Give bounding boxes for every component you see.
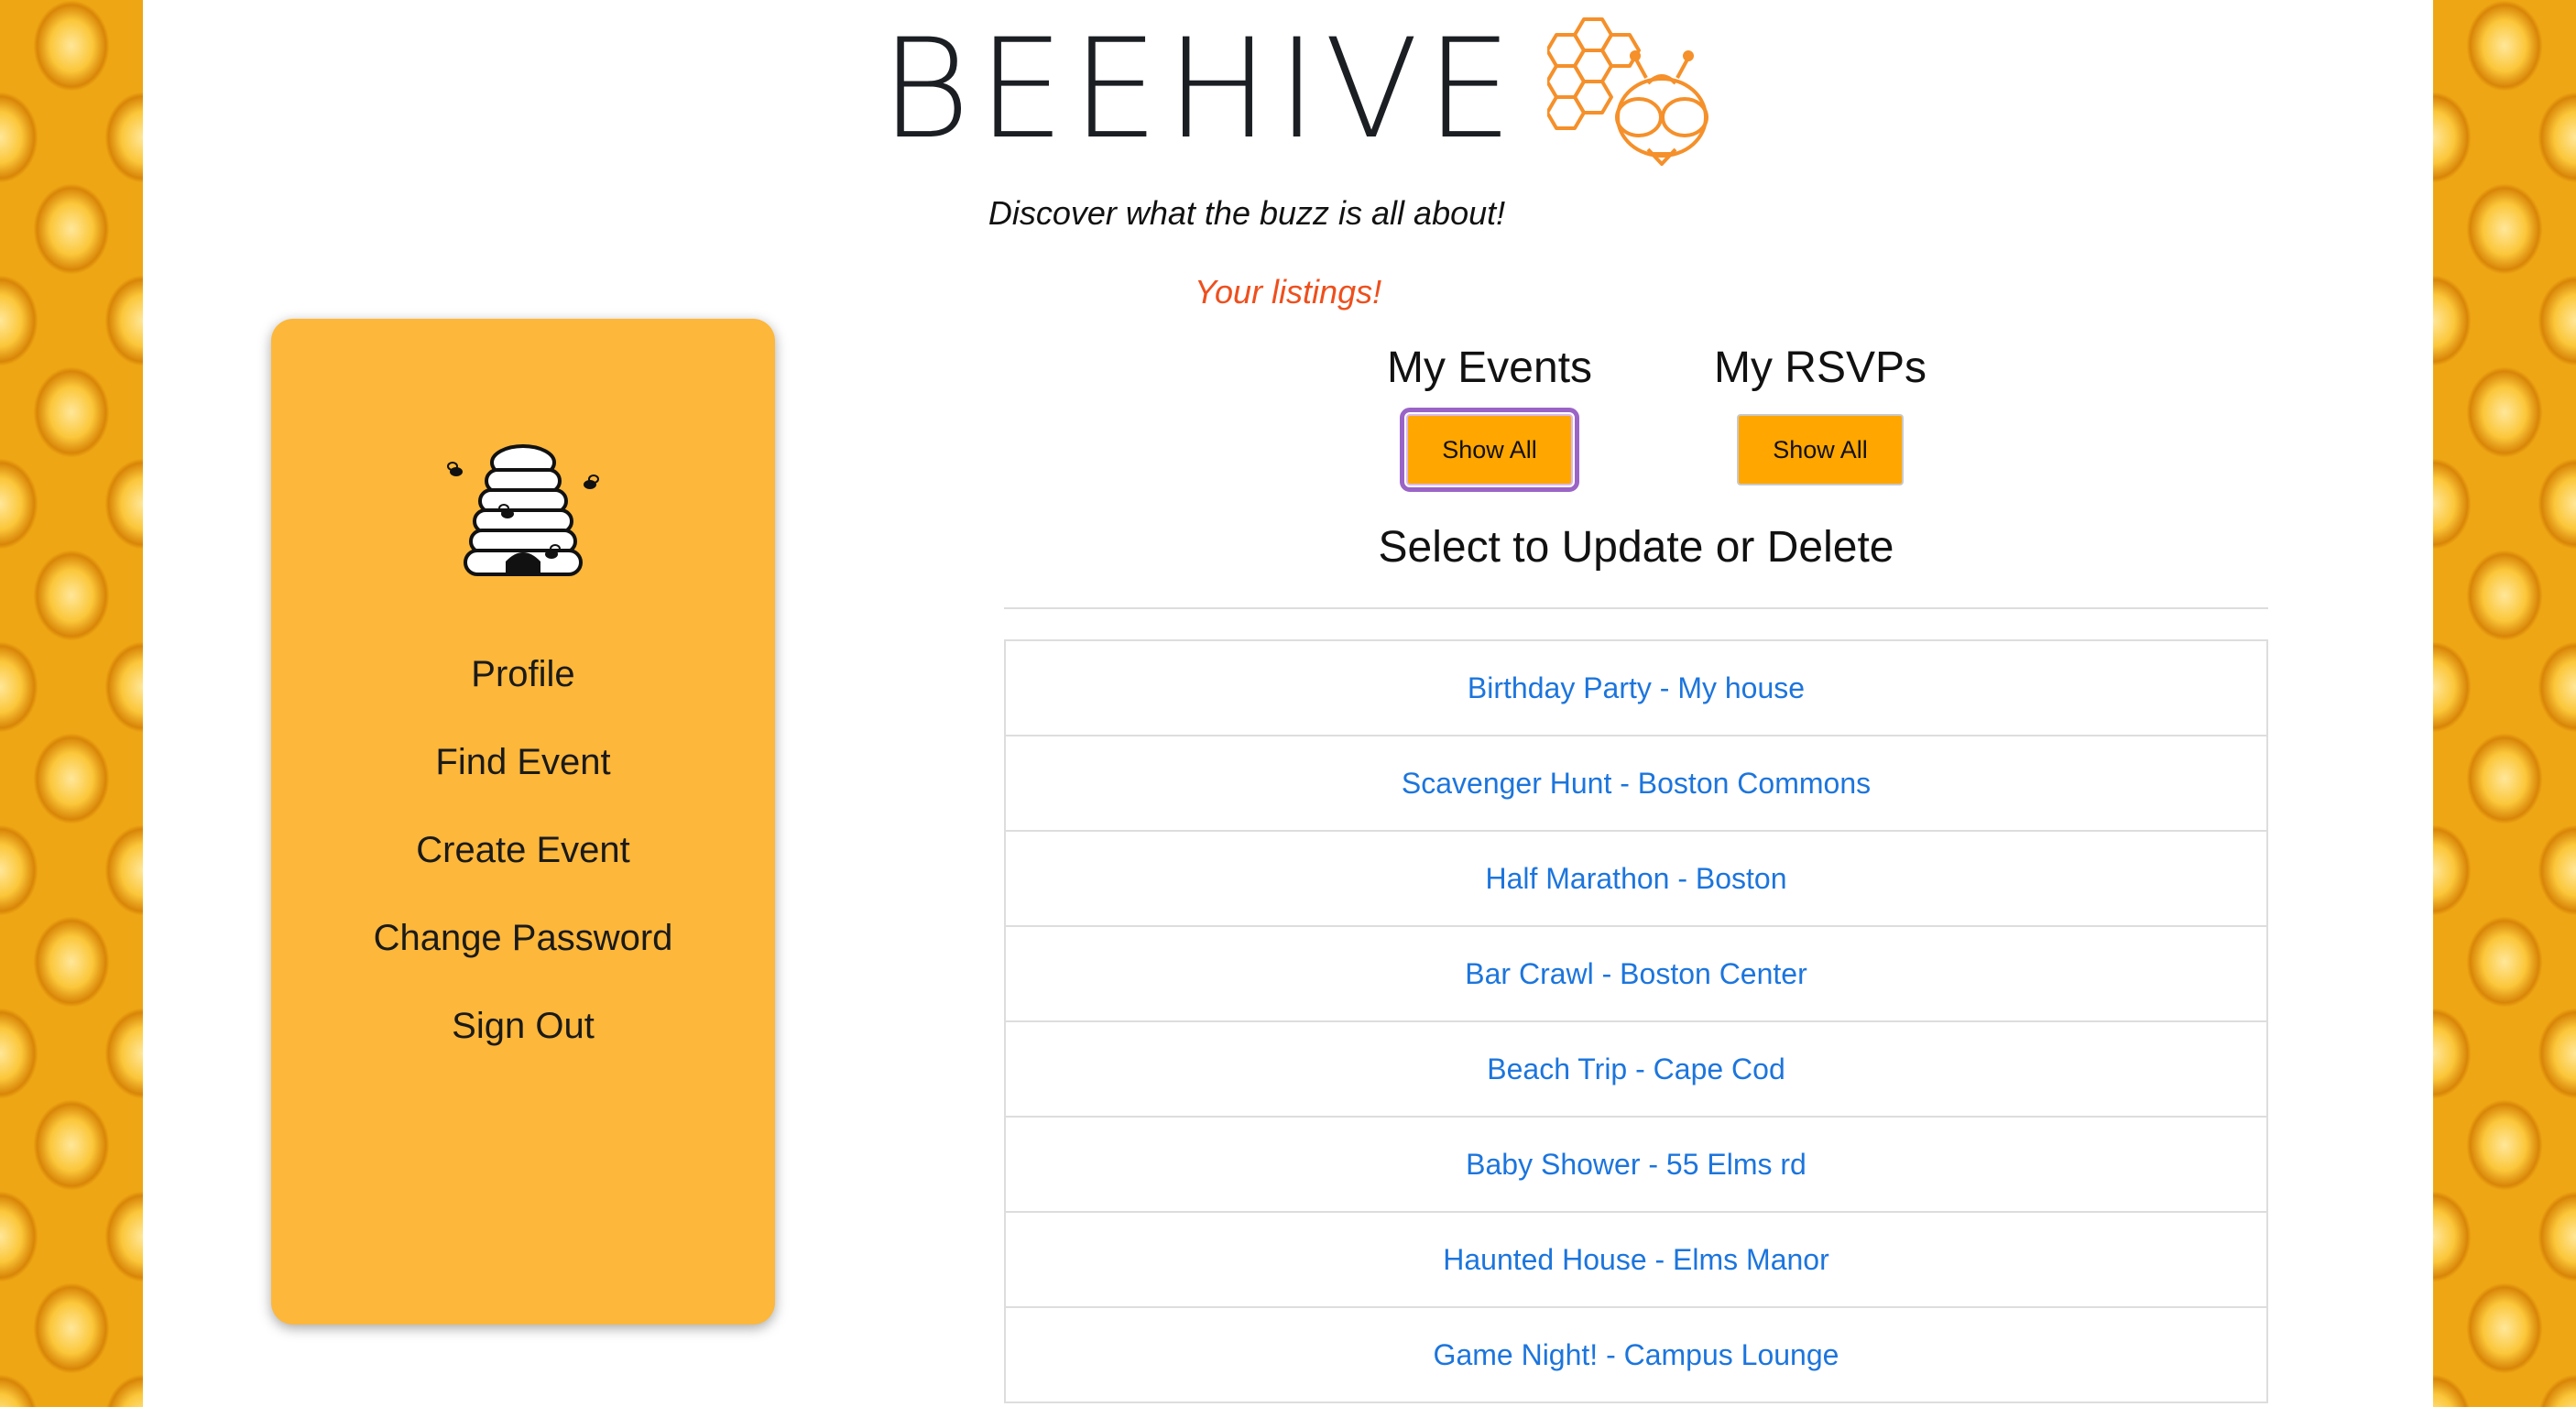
sidebar-item-find-event[interactable]: Find Event	[271, 718, 775, 806]
event-link[interactable]: Game Night! - Campus Lounge	[1006, 1308, 2266, 1403]
divider	[1004, 607, 2268, 609]
event-link[interactable]: Beach Trip - Cape Cod	[1006, 1022, 2266, 1118]
sidebar-item-profile[interactable]: Profile	[271, 630, 775, 718]
listings-label: Your listings!	[1195, 273, 1382, 311]
bee-honeycomb-icon	[1547, 17, 1709, 166]
sidebar: Profile Find Event Create Event Change P…	[271, 319, 775, 1325]
my-events-title: My Events	[1386, 344, 1593, 392]
event-link[interactable]: Haunted House - Elms Manor	[1006, 1213, 2266, 1308]
main-page: BEEHIVE Discover what the buzz is all ab…	[143, 0, 2433, 1407]
my-events-section: My Events Show All	[1352, 341, 1627, 492]
my-rsvps-show-all-button[interactable]: Show All	[1737, 414, 1904, 485]
brand-title: BEEHIVE	[880, 10, 1521, 169]
beehive-icon	[447, 444, 599, 576]
tagline: Discover what the buzz is all about!	[988, 194, 1506, 232]
event-link[interactable]: Baby Shower - 55 Elms rd	[1006, 1118, 2266, 1213]
sidebar-item-create-event[interactable]: Create Event	[271, 806, 775, 894]
my-rsvps-title: My RSVPs	[1713, 344, 1927, 392]
brand-header: BEEHIVE	[880, 7, 1730, 172]
my-rsvps-section: My RSVPs Show All	[1683, 341, 1958, 485]
my-events-show-all-button[interactable]: Show All	[1400, 408, 1579, 492]
event-link[interactable]: Birthday Party - My house	[1006, 641, 2266, 736]
honeycomb-background-left	[0, 0, 143, 1407]
event-list: Birthday Party - My house Scavenger Hunt…	[1004, 639, 2268, 1403]
select-heading: Select to Update or Delete	[1378, 523, 1894, 572]
sidebar-item-change-password[interactable]: Change Password	[271, 894, 775, 982]
event-link[interactable]: Bar Crawl - Boston Center	[1006, 927, 2266, 1022]
event-link[interactable]: Half Marathon - Boston	[1006, 832, 2266, 927]
sidebar-item-sign-out[interactable]: Sign Out	[271, 982, 775, 1070]
event-link[interactable]: Scavenger Hunt - Boston Commons	[1006, 736, 2266, 832]
sidebar-nav: Profile Find Event Create Event Change P…	[271, 630, 775, 1070]
honeycomb-background-right	[2433, 0, 2576, 1407]
